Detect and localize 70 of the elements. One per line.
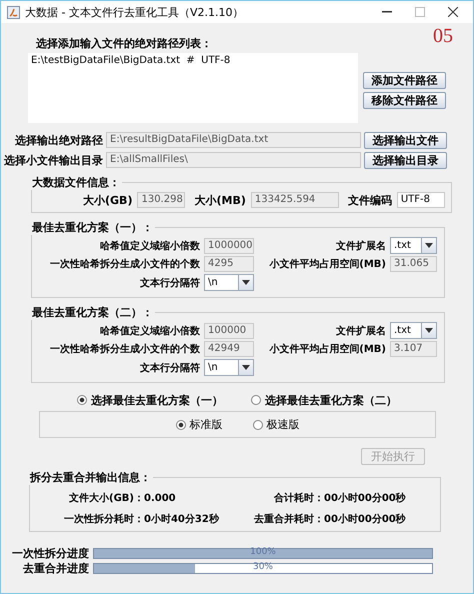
separator-dropdown[interactable]: \n	[204, 274, 254, 291]
info-label: 大小(MB)	[194, 192, 246, 208]
progress-reading: 100%	[249, 547, 277, 557]
info-field[interactable]: 130.298	[137, 192, 186, 208]
caret-icon	[425, 328, 433, 333]
caret-icon	[242, 280, 250, 285]
count-field[interactable]: 4295	[204, 256, 254, 272]
radio-label[interactable]: 选择最佳去重化方案（二）	[265, 392, 397, 408]
extension-dropdown[interactable]: .txt	[390, 322, 437, 339]
file-path-item[interactable]: E:\testBigDataFile\BigData.txt # UTF-8	[31, 55, 355, 66]
output-label: 选择小文件输出目录	[4, 152, 103, 168]
output-info-value: 0.000	[144, 492, 176, 504]
radio-button[interactable]	[251, 395, 261, 405]
output-label: 选择输出绝对路径	[14, 132, 103, 148]
field-label: 文件扩展名	[335, 239, 386, 252]
field-label: 文本行分隔符	[139, 276, 200, 290]
factor-field[interactable]: 1000000	[204, 238, 254, 254]
panel-title: 拆分去重合并输出信息：	[28, 470, 152, 485]
radio-label[interactable]: 选择最佳去重化方案（一）	[91, 392, 223, 408]
panel-title: 最佳去重化方案（一）：	[31, 220, 154, 235]
field-label: 哈希值定义域缩小倍数	[99, 324, 200, 338]
separator-dropdown[interactable]: \n	[204, 359, 254, 376]
radio-label[interactable]: 标准版	[190, 417, 222, 432]
panel-title: 最佳去重化方案（二）：	[31, 305, 154, 320]
browse-button[interactable]: 选择输出文件	[364, 132, 447, 148]
caret-icon	[242, 365, 250, 370]
progress-label: 一次性拆分进度	[11, 546, 89, 561]
radio-label[interactable]: 极速版	[266, 417, 300, 432]
output-info-label: 去重合并耗时：	[253, 512, 324, 526]
app-icon	[7, 6, 20, 18]
input-list-label: 选择添加输入文件的绝对路径列表：	[36, 36, 212, 51]
extension-dropdown[interactable]: .txt	[390, 237, 437, 254]
field-label: 小文件平均占用空间(MB)	[268, 258, 386, 271]
panel-title: 大数据文件信息：	[31, 175, 121, 190]
page-number-label: 05	[433, 25, 453, 48]
browse-button[interactable]: 选择输出目录	[364, 152, 447, 168]
info-field[interactable]: UTF-8	[396, 192, 445, 208]
field-label: 文件扩展名	[335, 324, 386, 338]
minimize-icon[interactable]	[382, 11, 392, 13]
output-info-label: 合计耗时：	[273, 492, 324, 505]
info-label: 大小(GB)	[83, 192, 132, 208]
window-title: 大数据 - 文本文件行去重化工具（V2.1.10）	[25, 4, 244, 20]
radio-button[interactable]	[252, 420, 262, 430]
output-path-field[interactable]: E:\allSmallFiles\	[106, 152, 361, 168]
field-label: 哈希值定义域缩小倍数	[99, 239, 200, 252]
count-field[interactable]: 42949	[204, 341, 254, 357]
output-info-label: 一次性拆分耗时：	[63, 512, 144, 526]
info-field[interactable]: 133425.594	[250, 192, 339, 208]
field-label: 一次性哈希拆分生成小文件的个数	[49, 342, 200, 356]
caret-icon	[425, 243, 433, 248]
output-info-label: 文件大小(GB)：	[68, 492, 144, 505]
average-size-field[interactable]: 3.107	[390, 341, 437, 357]
field-label: 文本行分隔符	[139, 362, 200, 374]
radio-button[interactable]	[176, 420, 186, 430]
info-label: 文件编码	[348, 192, 392, 208]
progress-reading: 30%	[252, 562, 274, 572]
factor-field[interactable]: 100000	[204, 322, 254, 338]
radio-button[interactable]	[77, 395, 87, 405]
output-info-value: 00小时00分00秒	[324, 492, 406, 505]
path-button[interactable]: 移除文件路径	[363, 92, 446, 109]
average-size-field[interactable]: 31.065	[390, 256, 437, 272]
close-icon[interactable]	[448, 7, 458, 17]
file-path-list[interactable]: E:\testBigDataFile\BigData.txt # UTF-8	[28, 53, 358, 123]
field-label: 一次性哈希拆分生成小文件的个数	[49, 258, 200, 271]
progress-label: 去重合并进度	[22, 561, 89, 576]
field-label: 小文件平均占用空间(MB)	[268, 342, 386, 356]
output-info-value: 00小时00分00秒	[324, 512, 406, 526]
path-button[interactable]: 添加文件路径	[363, 72, 446, 89]
output-path-field[interactable]: E:\resultBigDataFile\BigData.txt	[106, 132, 361, 148]
output-info-value: 0小时40分32秒	[144, 512, 219, 526]
